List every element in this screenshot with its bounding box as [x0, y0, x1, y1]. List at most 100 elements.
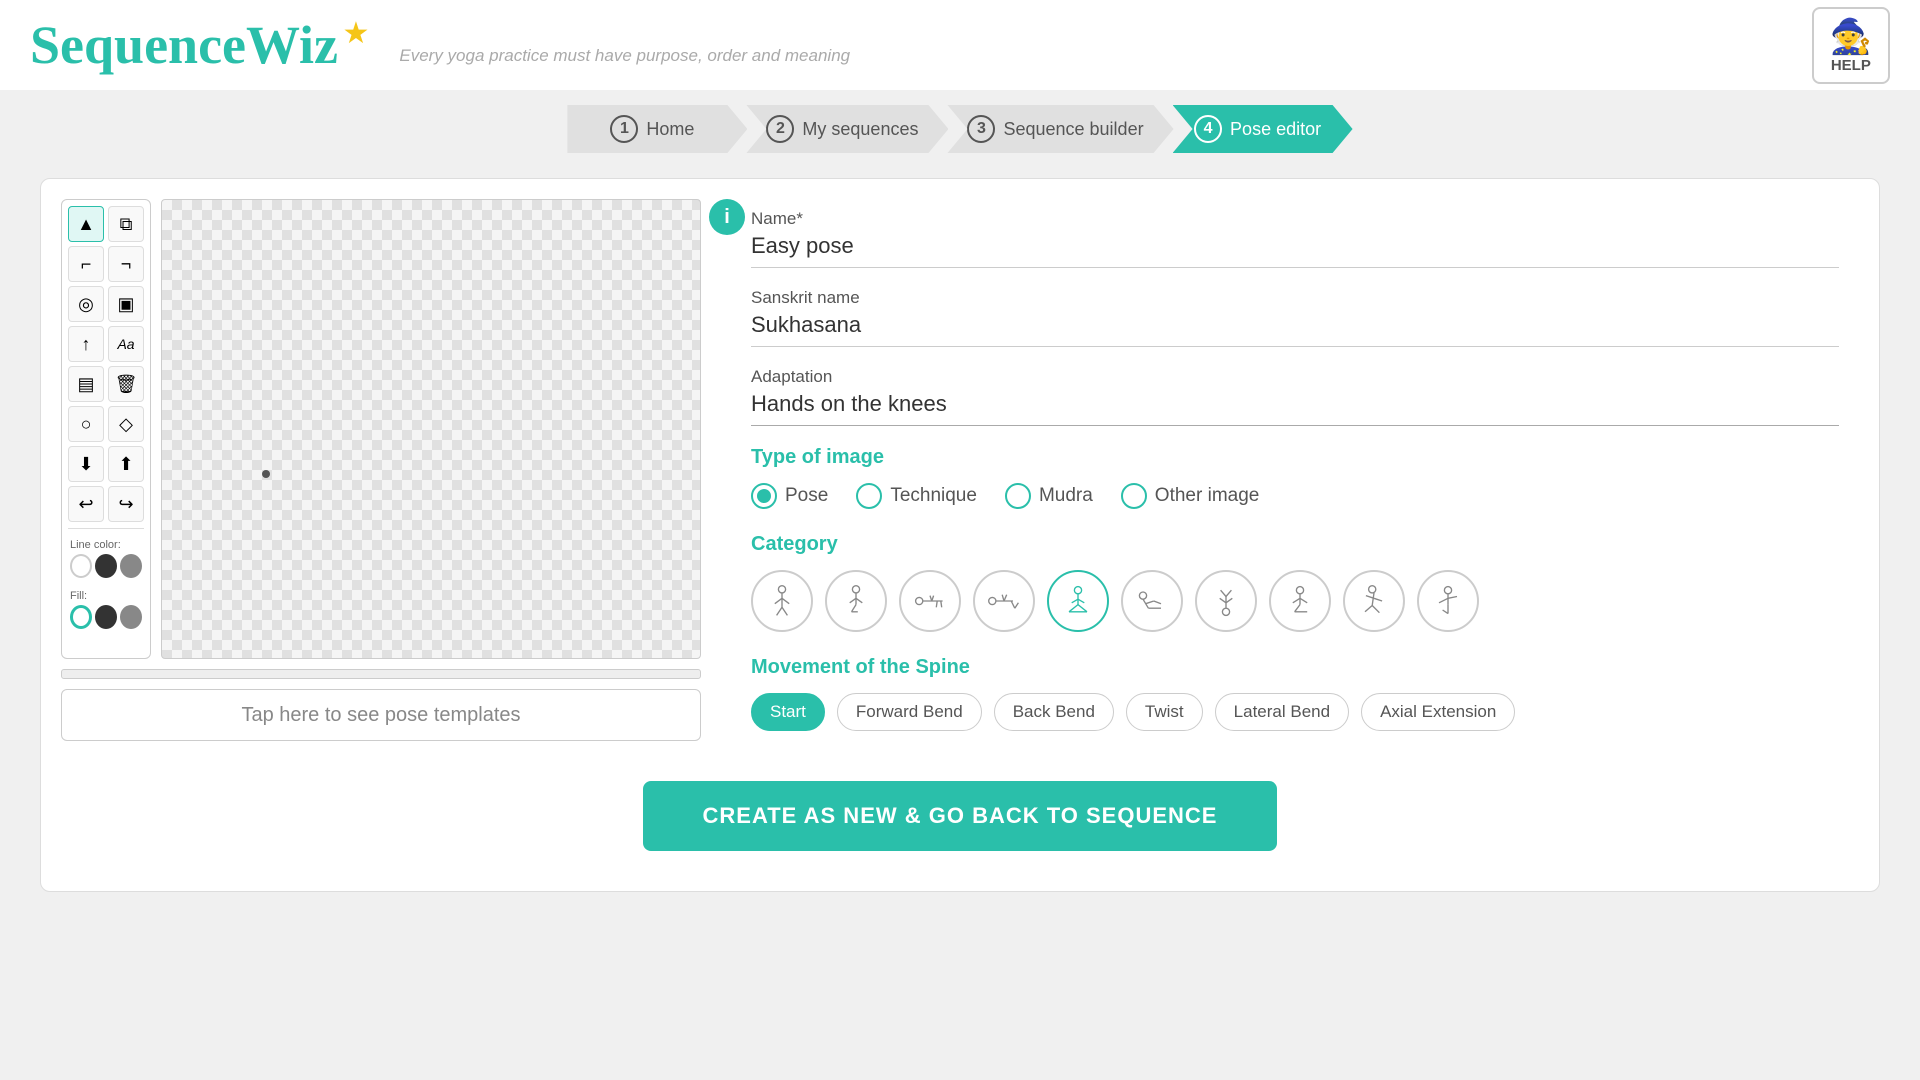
category-lying-flat[interactable]	[899, 570, 961, 632]
movement-chips-row: Start Forward Bend Back Bend Twist Later…	[751, 693, 1839, 731]
name-value[interactable]: Easy pose	[751, 233, 1839, 268]
radio-pose[interactable]: Pose	[751, 483, 828, 509]
radio-circle-technique	[856, 483, 882, 509]
category-twisted[interactable]	[1343, 570, 1405, 632]
movement-twist[interactable]: Twist	[1126, 693, 1203, 731]
forward-fold-icon	[1134, 583, 1170, 619]
movement-lateral-bend[interactable]: Lateral Bend	[1215, 693, 1349, 731]
breadcrumb-item-home[interactable]: 1 Home	[567, 105, 747, 153]
rect-tool[interactable]: ▣	[108, 286, 144, 322]
breadcrumb-num-4: 4	[1194, 115, 1222, 143]
line-color-gray[interactable]	[120, 554, 142, 578]
help-button[interactable]: 🧙 HELP	[1812, 7, 1890, 84]
template-bar	[61, 669, 701, 679]
info-button[interactable]: i	[709, 199, 745, 235]
breadcrumb-num-1: 1	[610, 115, 638, 143]
breadcrumb-label-myseq: My sequences	[802, 119, 918, 140]
right-panel: Name* Easy pose Sanskrit name Sukhasana …	[731, 199, 1859, 761]
corner-tr-tool[interactable]: ¬	[108, 246, 144, 282]
category-icons-row	[751, 570, 1839, 632]
fill-label: Fill:	[70, 590, 142, 602]
category-forward-fold[interactable]	[1121, 570, 1183, 632]
category-seated-cross[interactable]	[1047, 570, 1109, 632]
seated-cross-icon	[1060, 583, 1096, 619]
left-panel: ▲ ⧉ ⌐ ¬ ◎ ▣ ↑ Aa	[61, 199, 701, 761]
undo-tool[interactable]: ↩	[68, 486, 104, 522]
canvas-area[interactable]	[161, 199, 701, 659]
tagline: Every yoga practice must have purpose, o…	[399, 46, 850, 66]
help-label: HELP	[1831, 57, 1871, 74]
toolbar-row-6: ○ ◇	[68, 406, 144, 442]
seated-upright-icon	[1282, 583, 1318, 619]
radio-mudra[interactable]: Mudra	[1005, 483, 1093, 509]
ellipse-outline-tool[interactable]: ○	[68, 406, 104, 442]
breadcrumb: 1 Home 2 My sequences 3 Sequence builder…	[0, 90, 1920, 168]
line-color-label: Line color:	[70, 539, 142, 551]
radio-label-other: Other image	[1155, 485, 1260, 507]
fill-color-gray[interactable]	[120, 605, 142, 629]
category-standing[interactable]	[751, 570, 813, 632]
sanskrit-value[interactable]: Sukhasana	[751, 312, 1839, 347]
crop-tool[interactable]: ▤	[68, 366, 104, 402]
toolbar-row-7: ⬇ ⬆	[68, 446, 144, 482]
toolbar-row-8: ↩ ↪	[68, 486, 144, 522]
redo-tool[interactable]: ↪	[108, 486, 144, 522]
toolbar-row-5: ▤ 🗑	[68, 366, 144, 402]
radio-other-image[interactable]: Other image	[1121, 483, 1260, 509]
main-wrapper: ▲ ⧉ ⌐ ¬ ◎ ▣ ↑ Aa	[40, 178, 1880, 892]
pose-templates-button[interactable]: Tap here to see pose templates	[61, 689, 701, 741]
circle-tool[interactable]: ◎	[68, 286, 104, 322]
category-balance[interactable]	[1417, 570, 1479, 632]
fill-color-teal-outline[interactable]	[70, 605, 92, 629]
arrow-tool[interactable]: ↑	[68, 326, 104, 362]
category-seated-upright[interactable]	[1269, 570, 1331, 632]
adaptation-value[interactable]: Hands on the knees	[751, 391, 1839, 426]
movement-title: Movement of the Spine	[751, 656, 1839, 679]
movement-axial-extension[interactable]: Axial Extension	[1361, 693, 1515, 731]
create-button[interactable]: CREATE AS NEW & GO BACK TO SEQUENCE	[643, 781, 1278, 851]
radio-label-technique: Technique	[890, 485, 977, 507]
lying-bent-icon	[986, 583, 1022, 619]
text-tool[interactable]: Aa	[108, 326, 144, 362]
category-inverted[interactable]	[1195, 570, 1257, 632]
movement-back-bend[interactable]: Back Bend	[994, 693, 1114, 731]
breadcrumb-item-seqbuilder[interactable]: 3 Sequence builder	[947, 105, 1173, 153]
fill-color-black[interactable]	[95, 605, 117, 629]
radio-circle-other	[1121, 483, 1147, 509]
breadcrumb-item-poseeditor[interactable]: 4 Pose editor	[1173, 105, 1353, 153]
category-lying-bent[interactable]	[973, 570, 1035, 632]
category-group: Category	[751, 533, 1839, 632]
toolbar-row-3: ◎ ▣	[68, 286, 144, 322]
delete-tool[interactable]: 🗑	[108, 366, 144, 402]
category-title: Category	[751, 533, 1839, 556]
sanskrit-label: Sanskrit name	[751, 288, 1839, 308]
import-tool[interactable]: ⬇	[68, 446, 104, 482]
radio-technique[interactable]: Technique	[856, 483, 977, 509]
cursor	[262, 470, 270, 478]
copy-tool[interactable]: ⧉	[108, 206, 144, 242]
name-label: Name*	[751, 209, 1839, 229]
sanskrit-field-group: Sanskrit name Sukhasana	[751, 288, 1839, 347]
corner-tl-tool[interactable]: ⌐	[68, 246, 104, 282]
breadcrumb-num-3: 3	[967, 115, 995, 143]
select-tool[interactable]: ▲	[68, 206, 104, 242]
name-field-group: Name* Easy pose	[751, 209, 1839, 268]
toolbar-divider-1	[68, 528, 144, 529]
line-color-row	[70, 554, 142, 578]
line-color-white[interactable]	[70, 554, 92, 578]
breadcrumb-item-myseq[interactable]: 2 My sequences	[746, 105, 948, 153]
lying-flat-icon	[912, 583, 948, 619]
breadcrumb-label-poseeditor: Pose editor	[1230, 119, 1321, 140]
droplet-tool[interactable]: ◇	[108, 406, 144, 442]
align-tool[interactable]: ⬆	[108, 446, 144, 482]
movement-start[interactable]: Start	[751, 693, 825, 731]
movement-forward-bend[interactable]: Forward Bend	[837, 693, 982, 731]
line-color-section: Line color:	[68, 535, 144, 582]
breadcrumb-label-seqbuilder: Sequence builder	[1003, 119, 1143, 140]
type-of-image-title: Type of image	[751, 446, 1839, 469]
line-color-black[interactable]	[95, 554, 117, 578]
category-kneeling[interactable]	[825, 570, 887, 632]
radio-label-pose: Pose	[785, 485, 828, 507]
radio-circle-pose	[751, 483, 777, 509]
balance-icon	[1430, 583, 1466, 619]
